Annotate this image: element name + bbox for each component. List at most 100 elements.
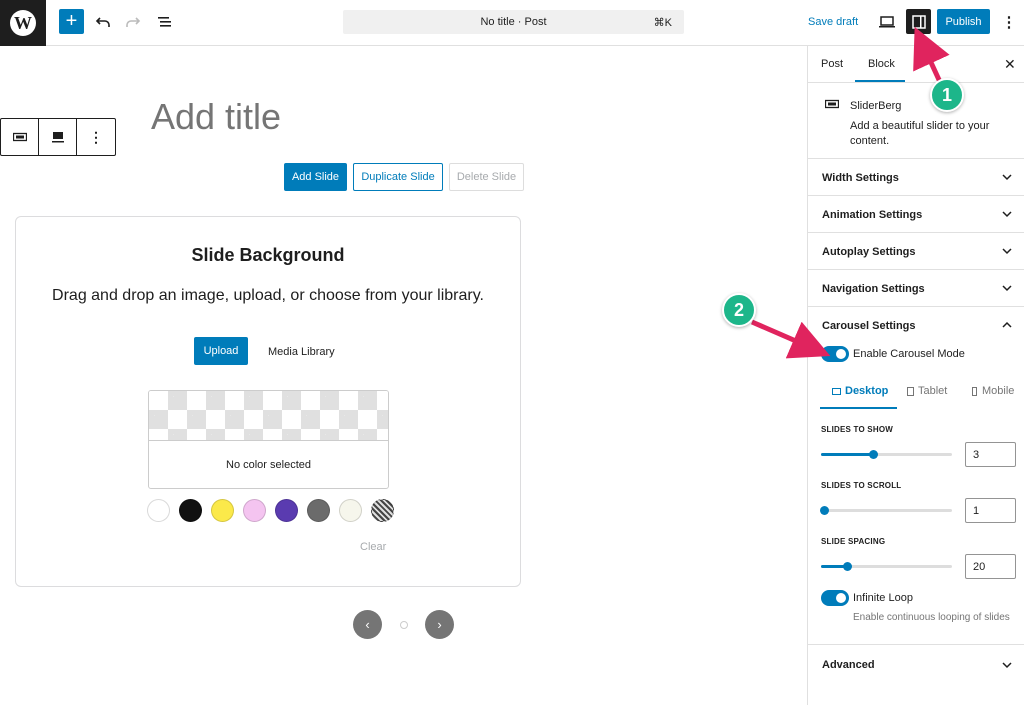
chevron-up-icon[interactable]: [1001, 319, 1013, 331]
swatch-white[interactable]: [147, 499, 170, 522]
slide-spacing-slider[interactable]: [821, 562, 952, 571]
slider-block-icon: [12, 132, 27, 142]
slide-background-card: Slide Background Drag and drop an image,…: [15, 216, 521, 587]
sidebar-tabs: Post Block ✕: [808, 46, 1024, 83]
panel-title: Animation Settings: [822, 209, 923, 221]
annotation-badge-1: 1: [930, 78, 964, 112]
panel-title: Advanced: [822, 659, 875, 671]
add-block-button[interactable]: +: [59, 9, 84, 34]
tab-mobile[interactable]: Mobile: [972, 385, 1014, 397]
annotation-arrow-2: [751, 319, 831, 359]
panel-title: Width Settings: [822, 172, 899, 184]
duplicate-slide-button[interactable]: Duplicate Slide: [353, 163, 443, 191]
tab-tablet[interactable]: Tablet: [907, 385, 947, 397]
document-title: No title · Post: [480, 16, 547, 28]
tablet-icon: [907, 386, 914, 396]
slider-handle[interactable]: [869, 450, 878, 459]
next-slide-button[interactable]: ›: [425, 610, 454, 639]
alignment-button[interactable]: [39, 119, 77, 155]
block-type-button[interactable]: [1, 119, 39, 155]
more-vertical-icon: ⋮: [89, 128, 103, 145]
transparency-checker: [149, 391, 388, 441]
add-slide-button[interactable]: Add Slide: [284, 163, 347, 191]
clear-color-button[interactable]: Clear: [360, 541, 386, 553]
panel-animation-settings[interactable]: Animation Settings: [808, 196, 1024, 233]
infinite-loop-help: Enable continuous looping of slides: [853, 612, 1010, 623]
save-draft-button[interactable]: Save draft: [808, 16, 858, 28]
swatch-gray[interactable]: [307, 499, 330, 522]
no-color-label: No color selected: [226, 459, 311, 471]
slide-pagination-dot[interactable]: [400, 621, 408, 629]
settings-sidebar: Post Block ✕ SliderBerg Add a beautiful …: [807, 46, 1024, 705]
plus-icon: +: [65, 10, 78, 32]
panel-autoplay-settings[interactable]: Autoplay Settings: [808, 233, 1024, 270]
swatch-cream[interactable]: [339, 499, 362, 522]
tab-post[interactable]: Post: [821, 58, 843, 70]
undo-button[interactable]: [91, 10, 115, 34]
block-name: SliderBerg: [850, 100, 902, 112]
panel-title[interactable]: Carousel Settings: [822, 320, 916, 332]
tab-block[interactable]: Block: [868, 58, 895, 70]
desktop-icon: [832, 387, 841, 395]
chevron-down-icon: [1002, 285, 1012, 292]
redo-button[interactable]: [121, 10, 145, 34]
chevron-down-icon: [1002, 211, 1012, 218]
color-swatches: [147, 499, 394, 522]
wordpress-logo-button[interactable]: W: [0, 0, 46, 46]
mobile-icon: [972, 386, 977, 396]
previous-slide-button[interactable]: ‹: [353, 610, 382, 639]
list-view-button[interactable]: [153, 10, 177, 34]
undo-icon: [95, 17, 110, 27]
options-button[interactable]: ⋮: [1000, 10, 1018, 34]
media-library-button[interactable]: Media Library: [268, 346, 335, 358]
chevron-right-icon: ›: [437, 617, 442, 632]
tab-desktop[interactable]: Desktop: [832, 385, 888, 397]
document-bar[interactable]: No title · Post ⌘K: [343, 10, 684, 34]
enable-carousel-label: Enable Carousel Mode: [853, 348, 965, 360]
panel-title: Navigation Settings: [822, 283, 925, 295]
close-icon: ✕: [1004, 56, 1016, 72]
chevron-down-icon: [1002, 662, 1012, 669]
list-view-icon: [158, 17, 171, 27]
align-icon: [51, 132, 64, 143]
panel-title: Autoplay Settings: [822, 246, 916, 258]
slider-handle[interactable]: [820, 506, 829, 515]
active-tab-indicator: [855, 80, 905, 82]
delete-slide-button[interactable]: Delete Slide: [449, 163, 524, 191]
upload-button[interactable]: Upload: [194, 337, 248, 365]
chevron-down-icon: [1002, 174, 1012, 181]
panel-width-settings[interactable]: Width Settings: [808, 159, 1024, 196]
slider-handle[interactable]: [843, 562, 852, 571]
swatch-purple[interactable]: [275, 499, 298, 522]
chevron-left-icon: ‹: [365, 617, 370, 632]
enable-carousel-toggle[interactable]: [821, 346, 849, 362]
swatch-custom[interactable]: [371, 499, 394, 522]
slides-to-show-input[interactable]: 3: [965, 442, 1016, 467]
panel-advanced[interactable]: Advanced: [808, 645, 1024, 682]
desktop-icon: [879, 16, 895, 28]
slides-to-show-slider[interactable]: [821, 450, 952, 459]
block-toolbar: ⋮: [0, 118, 116, 156]
slides-to-scroll-input[interactable]: 1: [965, 498, 1016, 523]
command-shortcut: ⌘K: [653, 16, 672, 29]
sidebar-icon: [911, 14, 926, 29]
slide-spacing-input[interactable]: 20: [965, 554, 1016, 579]
close-sidebar-button[interactable]: ✕: [1004, 56, 1016, 73]
swatch-black[interactable]: [179, 499, 202, 522]
panel-navigation-settings[interactable]: Navigation Settings: [808, 270, 1024, 307]
active-device-indicator: [820, 407, 897, 409]
block-options-button[interactable]: ⋮: [77, 119, 115, 155]
publish-button[interactable]: Publish: [937, 9, 990, 34]
redo-icon: [126, 17, 141, 27]
color-preview[interactable]: No color selected: [148, 390, 389, 489]
infinite-loop-toggle[interactable]: [821, 590, 849, 606]
infinite-loop-label: Infinite Loop: [853, 592, 913, 604]
post-title-input[interactable]: Add title: [151, 96, 281, 138]
device-tabs: Desktop Tablet Mobile: [808, 383, 1024, 410]
settings-button[interactable]: [906, 9, 931, 34]
swatch-yellow[interactable]: [211, 499, 234, 522]
block-card: SliderBerg Add a beautiful slider to you…: [808, 83, 1024, 159]
swatch-pink[interactable]: [243, 499, 266, 522]
slides-to-scroll-slider[interactable]: [820, 506, 952, 515]
preview-button[interactable]: [876, 11, 898, 33]
